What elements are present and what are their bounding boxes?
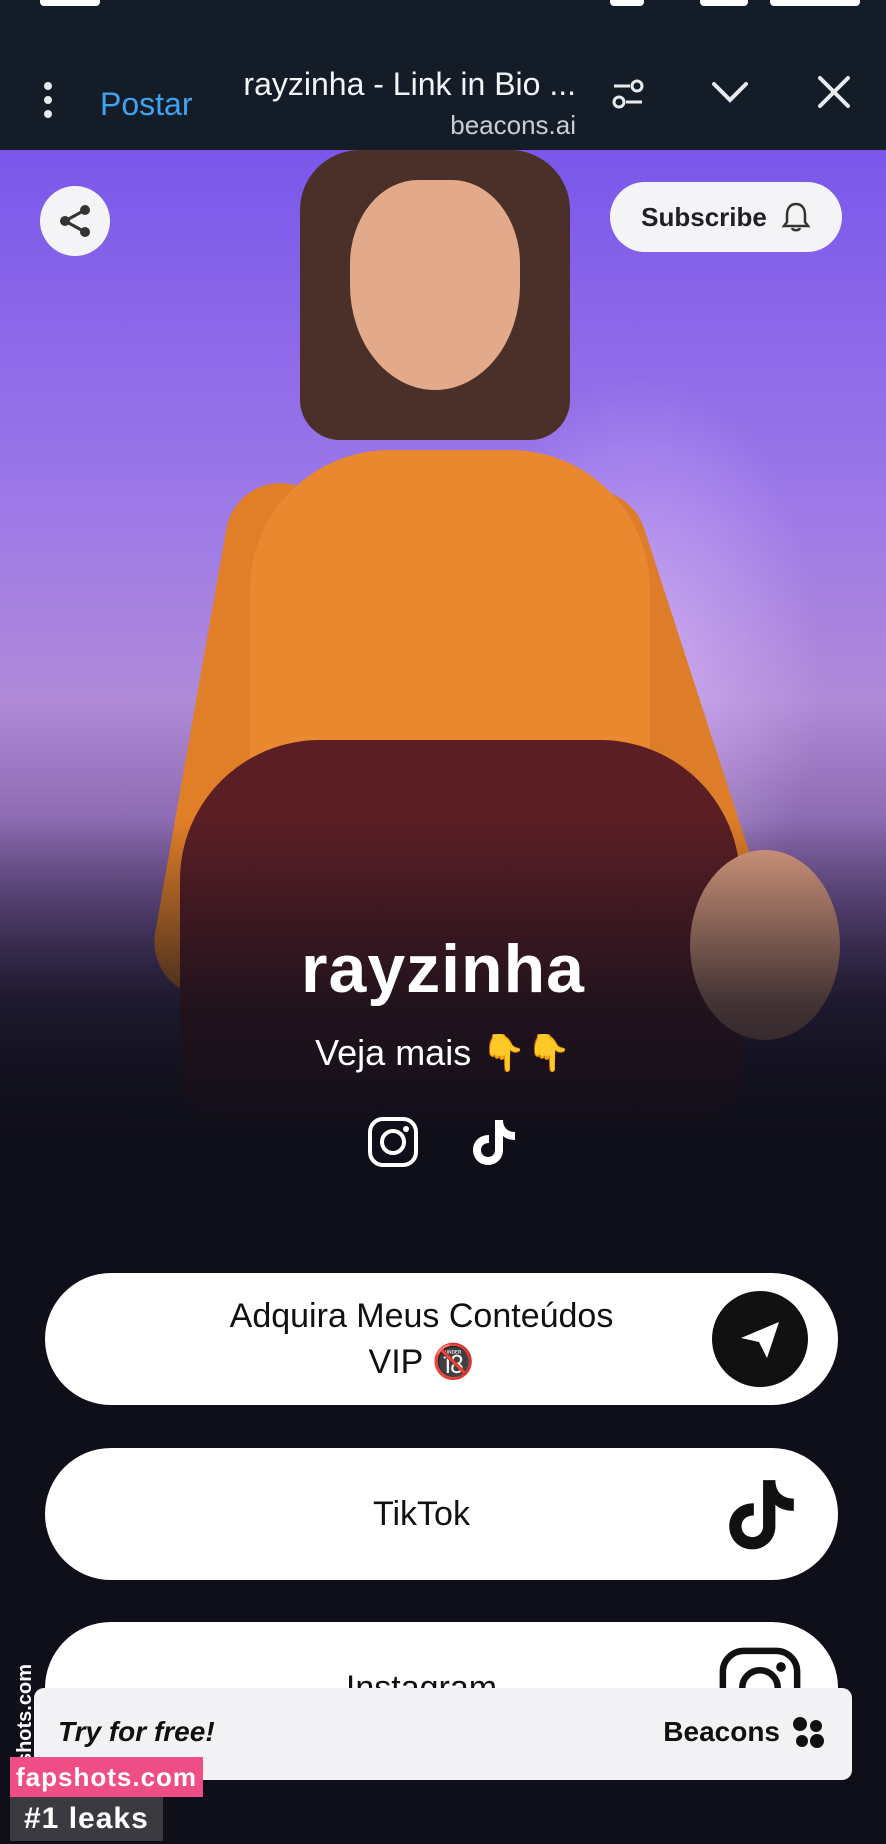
link-button-vip[interactable]: Adquira Meus Conteúdos VIP 🔞	[45, 1273, 838, 1405]
profile-name: rayzinha	[301, 931, 585, 1007]
filter-icon[interactable]	[606, 72, 650, 116]
beacons-logo-icon	[793, 1717, 824, 1748]
link-label: Adquira Meus Conteúdos	[229, 1297, 614, 1335]
postar-button[interactable]: Postar	[100, 86, 192, 123]
status-bar	[0, 0, 886, 14]
social-icons	[0, 1116, 886, 1168]
close-icon[interactable]	[812, 70, 856, 114]
link-label: VIP 🔞	[368, 1343, 475, 1381]
instagram-icon[interactable]	[367, 1116, 419, 1168]
send-icon	[712, 1291, 808, 1387]
clock	[770, 0, 860, 6]
tiktok-icon	[729, 1480, 794, 1550]
beacons-logo: Beacons	[663, 1714, 826, 1750]
share-icon	[60, 205, 90, 237]
link-label: TikTok	[373, 1495, 470, 1533]
browser-toolbar: Postar rayzinha - Link in Bio ... beacon…	[0, 14, 886, 150]
link-button-tiktok[interactable]: TikTok	[45, 1448, 838, 1580]
more-menu-icon[interactable]	[40, 82, 56, 122]
status-icon	[40, 0, 100, 6]
watermark-tagline: #1 leaks	[10, 1797, 163, 1841]
beacons-brand-name: Beacons	[663, 1716, 780, 1747]
bell-icon	[781, 202, 811, 232]
subscribe-button[interactable]: Subscribe	[610, 182, 842, 252]
try-for-free-link[interactable]: Try for free!	[58, 1716, 215, 1748]
status-icon	[610, 0, 644, 6]
share-button[interactable]	[40, 186, 110, 256]
tiktok-icon[interactable]	[467, 1116, 519, 1168]
page-domain: beacons.ai	[450, 110, 576, 140]
profile-bio: Veja mais 👇👇	[315, 1032, 571, 1073]
watermark-site: fapshots.com	[10, 1757, 204, 1797]
page-title: rayzinha - Link in Bio ...	[243, 66, 576, 102]
status-icon	[700, 0, 748, 6]
chevron-down-icon[interactable]	[708, 72, 752, 112]
subscribe-label: Subscribe	[641, 201, 767, 232]
